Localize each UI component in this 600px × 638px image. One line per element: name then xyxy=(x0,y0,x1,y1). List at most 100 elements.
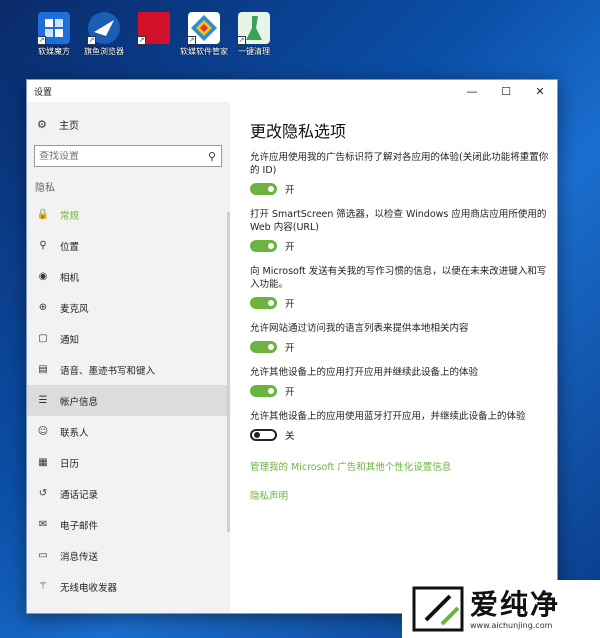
watermark-brand: 爱纯净 xyxy=(470,587,561,621)
desktop-icon-browser[interactable]: ↗ 旗鱼浏览器 xyxy=(84,12,124,57)
search-input[interactable] xyxy=(35,150,203,162)
smartscreen-toggle[interactable] xyxy=(250,240,277,252)
home-nav-item[interactable]: ⚙ 主页 xyxy=(27,113,230,135)
sidebar-item-label: 相机 xyxy=(60,272,80,284)
typing-info-toggle[interactable] xyxy=(250,297,277,309)
desktop-icon-rubik[interactable]: ↗ 软媒魔方 xyxy=(34,12,74,57)
software-manager-icon: ↗ xyxy=(187,12,220,45)
main-content: 更改隐私选项 允许应用使用我的广告标识符了解对各应用的体验(关闭此功能将重置你的… xyxy=(230,102,557,613)
rubik-app-icon: ↗ xyxy=(37,12,70,45)
shortcut-arrow-icon: ↗ xyxy=(137,36,146,45)
sidebar-item-calendar[interactable]: ▦ 日历 xyxy=(27,447,230,478)
home-label: 主页 xyxy=(59,120,79,132)
sidebar-item-speech-inking[interactable]: ▤ 语音、墨迹书写和键入 xyxy=(27,354,230,385)
sidebar-item-general[interactable]: 🔒 常规 xyxy=(27,199,230,230)
page-title: 更改隐私选项 xyxy=(250,122,347,141)
watermark-text: 爱纯净 www.aichunjing.com xyxy=(470,587,561,630)
language-list-toggle[interactable] xyxy=(250,341,277,353)
shortcut-arrow-icon: ↗ xyxy=(187,36,196,45)
sidebar-item-camera[interactable]: ◉ 相机 xyxy=(27,261,230,292)
toggle-state-label: 关 xyxy=(285,431,295,442)
option-advertising-id: 允许应用使用我的广告标识符了解对各应用的体验(关闭此功能将重置你的 ID) 开 xyxy=(250,151,557,197)
title-bar[interactable]: 设置 — ☐ ✕ xyxy=(27,80,557,102)
window-title: 设置 xyxy=(34,87,53,98)
watermark: 爱纯净 www.aichunjing.com xyxy=(402,580,600,638)
one-click-clean-icon: ↗ xyxy=(237,12,270,45)
sailfish-browser-icon: ↗ xyxy=(87,12,120,45)
sidebar-item-label: 联系人 xyxy=(60,427,89,439)
privacy-nav: 🔒 常规 ⚲ 位置 ◉ 相机 ⊕ 麦克风 ▢ 通知 ▤ 语音、墨迹书写和键入 ☰… xyxy=(27,199,230,602)
sidebar-item-label: 麦克风 xyxy=(60,303,89,315)
sidebar-item-label: 帐户信息 xyxy=(60,396,99,408)
close-button[interactable]: ✕ xyxy=(523,80,557,102)
desktop-icon-label: 软媒软件管家 xyxy=(180,47,228,56)
option-description: 允许网站通过访问我的语言列表来提供本地相关内容 xyxy=(250,323,469,334)
email-icon: ✉ xyxy=(38,519,48,530)
cross-device-toggle[interactable] xyxy=(250,385,277,397)
sidebar-item-location[interactable]: ⚲ 位置 xyxy=(27,230,230,261)
advertising-id-toggle[interactable] xyxy=(250,183,277,195)
toggle-state-label: 开 xyxy=(285,185,295,196)
option-description: 允许其他设备上的应用打开应用并继续此设备上的体验 xyxy=(250,367,479,378)
section-label: 隐私 xyxy=(35,183,55,194)
desktop-icon-red[interactable]: ↗ xyxy=(134,12,174,57)
search-icon[interactable]: ⚲ xyxy=(203,150,221,163)
location-icon: ⚲ xyxy=(39,240,47,251)
sidebar-item-label: 无线电收发器 xyxy=(60,582,118,594)
watermark-url: www.aichunjing.com xyxy=(470,620,553,630)
microphone-icon: ⊕ xyxy=(38,302,48,313)
sidebar-item-messaging[interactable]: ▭ 消息传送 xyxy=(27,540,230,571)
option-description: 允许其他设备上的应用使用蓝牙打开应用，并继续此设备上的体验 xyxy=(250,411,526,422)
sidebar-item-label: 通话记录 xyxy=(60,489,99,501)
sidebar-item-notifications[interactable]: ▢ 通知 xyxy=(27,323,230,354)
toggle-state-label: 开 xyxy=(285,299,295,310)
option-description: 打开 SmartScreen 筛选器，以检查 Windows 应用商店应用所使用… xyxy=(250,209,547,233)
sidebar-item-label: 通知 xyxy=(60,334,80,346)
sidebar-item-contacts[interactable]: ☺ 联系人 xyxy=(27,416,230,447)
option-smartscreen: 打开 SmartScreen 筛选器，以检查 Windows 应用商店应用所使用… xyxy=(250,208,557,254)
sidebar: ⚙ 主页 ⚲ 隐私 🔒 常规 ⚲ 位置 ◉ 相机 ⊕ 麦克风 xyxy=(27,102,230,613)
desktop-icons: ↗ 软媒魔方 ↗ 旗鱼浏览器 ↗ ↗ 软媒软件管家 ↗ 一键清理 xyxy=(34,12,274,57)
sidebar-item-account-info[interactable]: ☰ 帐户信息 xyxy=(27,385,230,416)
shortcut-arrow-icon: ↗ xyxy=(37,36,46,45)
maximize-button[interactable]: ☐ xyxy=(489,80,523,102)
camera-icon: ◉ xyxy=(38,271,48,282)
shortcut-arrow-icon: ↗ xyxy=(237,36,246,45)
sidebar-item-label: 位置 xyxy=(60,241,80,253)
option-bluetooth-cross-device: 允许其他设备上的应用使用蓝牙打开应用，并继续此设备上的体验 关 xyxy=(250,410,557,443)
option-cross-device: 允许其他设备上的应用打开应用并继续此设备上的体验 开 xyxy=(250,366,557,399)
messaging-icon: ▭ xyxy=(38,550,48,561)
lock-icon: 🔒 xyxy=(36,209,50,220)
calendar-icon: ▦ xyxy=(38,457,48,468)
brand-logo-icon xyxy=(412,586,464,632)
desktop-icon-label: 一键清理 xyxy=(238,47,270,56)
sidebar-item-label: 电子邮件 xyxy=(60,520,99,532)
sidebar-item-label: 常规 xyxy=(60,210,80,222)
desktop-icon-software-manager[interactable]: ↗ 软媒软件管家 xyxy=(180,12,228,57)
desktop-icon-cleaner[interactable]: ↗ 一键清理 xyxy=(234,12,274,57)
sidebar-item-label: 消息传送 xyxy=(60,551,99,563)
search-box: ⚲ xyxy=(34,145,222,167)
option-language-list: 允许网站通过访问我的语言列表来提供本地相关内容 开 xyxy=(250,322,557,355)
contacts-icon: ☺ xyxy=(37,426,49,437)
toggle-state-label: 开 xyxy=(285,387,295,398)
gear-icon: ⚙ xyxy=(37,117,47,131)
manage-ads-link[interactable]: 管理我的 Microsoft 广告和其他个性化设置信息 xyxy=(250,459,557,473)
desktop-icon-label: 软媒魔方 xyxy=(38,47,70,56)
sidebar-item-radios[interactable]: ⚚ 无线电收发器 xyxy=(27,571,230,602)
bluetooth-cross-device-toggle[interactable] xyxy=(250,429,277,441)
sidebar-item-email[interactable]: ✉ 电子邮件 xyxy=(27,509,230,540)
sidebar-item-label: 语音、墨迹书写和键入 xyxy=(60,365,156,377)
sidebar-item-label: 日历 xyxy=(60,458,80,470)
sidebar-item-microphone[interactable]: ⊕ 麦克风 xyxy=(27,292,230,323)
sidebar-item-call-history[interactable]: ↺ 通话记录 xyxy=(27,478,230,509)
privacy-statement-link[interactable]: 隐私声明 xyxy=(250,488,557,502)
settings-window: 设置 — ☐ ✕ ⚙ 主页 ⚲ 隐私 🔒 常规 ⚲ 位置 ◉ 相机 xyxy=(26,79,558,614)
option-description: 向 Microsoft 发送有关我的写作习惯的信息，以便在未来改进键入和写入功能… xyxy=(250,266,547,290)
toggle-state-label: 开 xyxy=(285,242,295,253)
account-info-icon: ☰ xyxy=(38,395,48,406)
minimize-button[interactable]: — xyxy=(455,80,489,102)
call-history-icon: ↺ xyxy=(38,488,48,499)
red-app-icon: ↗ xyxy=(137,12,170,45)
radio-icon: ⚚ xyxy=(38,581,48,592)
